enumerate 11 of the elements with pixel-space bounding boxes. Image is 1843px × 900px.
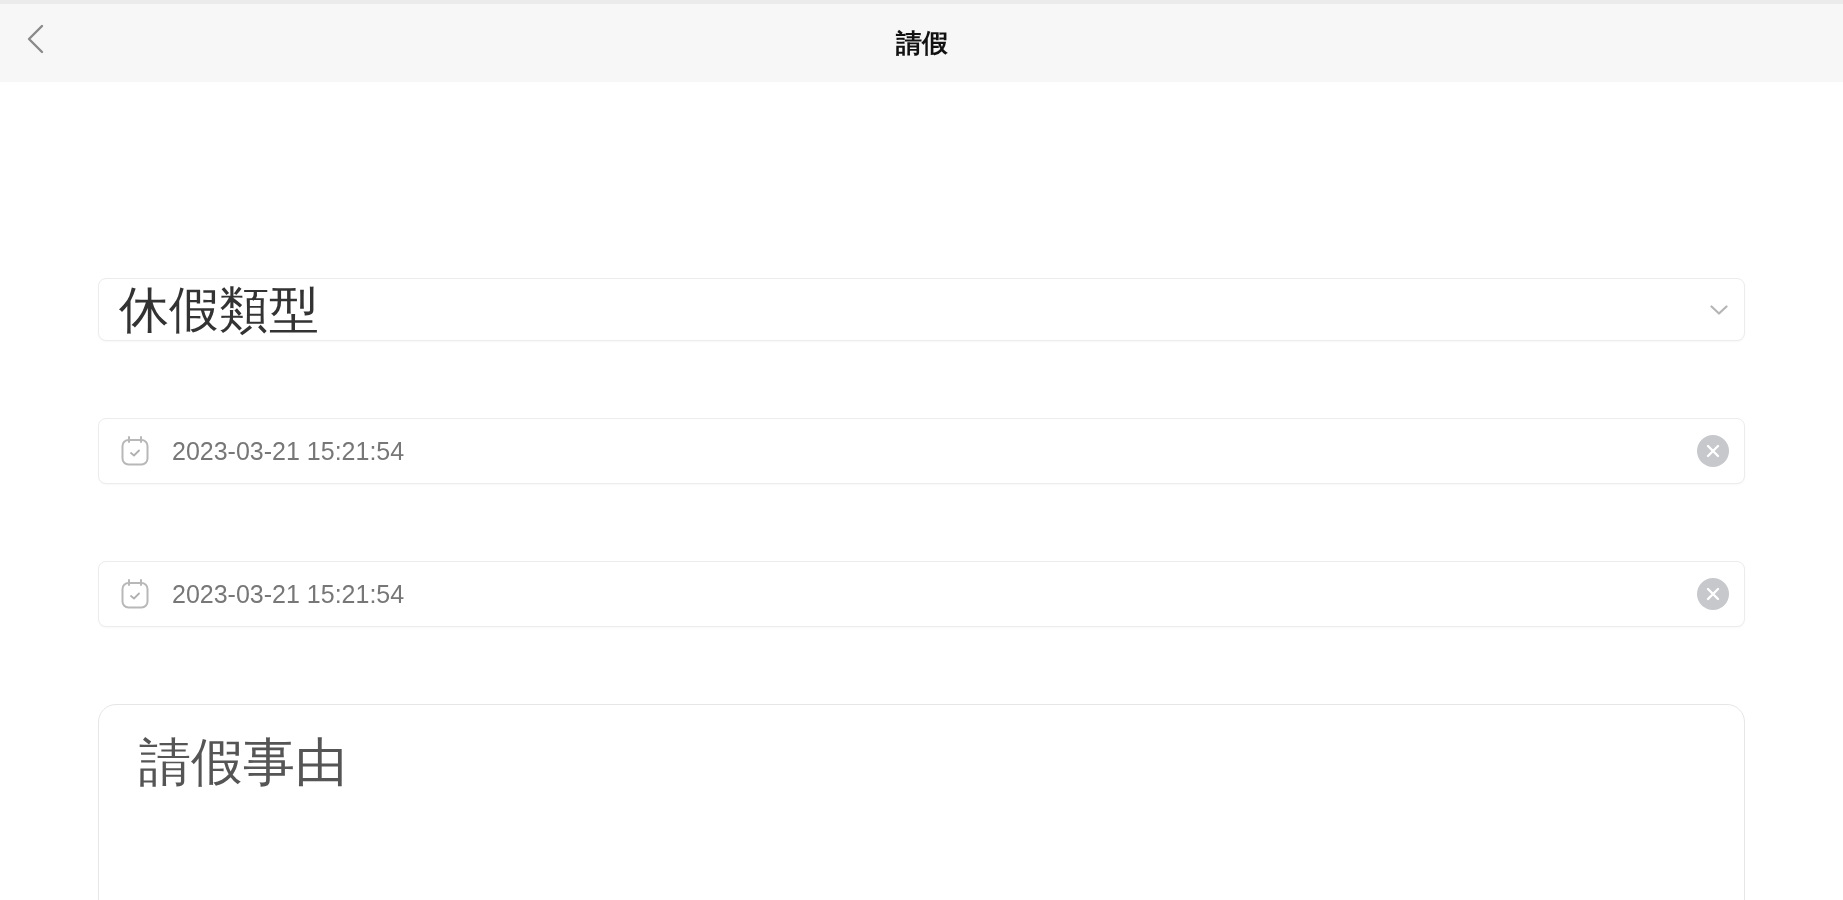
date-time-field[interactable]: 2023-03-21 15:21:54 — [98, 418, 1745, 484]
x-circle-icon[interactable] — [1697, 435, 1729, 467]
date-time-field[interactable]: 2023-03-21 15:21:54 — [98, 561, 1745, 627]
calendar-check-icon — [121, 579, 149, 609]
x-circle-icon[interactable] — [1697, 578, 1729, 610]
reason-textarea[interactable]: 請假事由 — [98, 704, 1745, 900]
calendar-check-icon — [121, 436, 149, 466]
chevron-left-icon — [26, 24, 44, 54]
chevron-down-icon — [1710, 304, 1728, 315]
page-title: 請假 — [895, 26, 948, 60]
leave-type-select[interactable]: 休假類型 — [98, 278, 1745, 341]
